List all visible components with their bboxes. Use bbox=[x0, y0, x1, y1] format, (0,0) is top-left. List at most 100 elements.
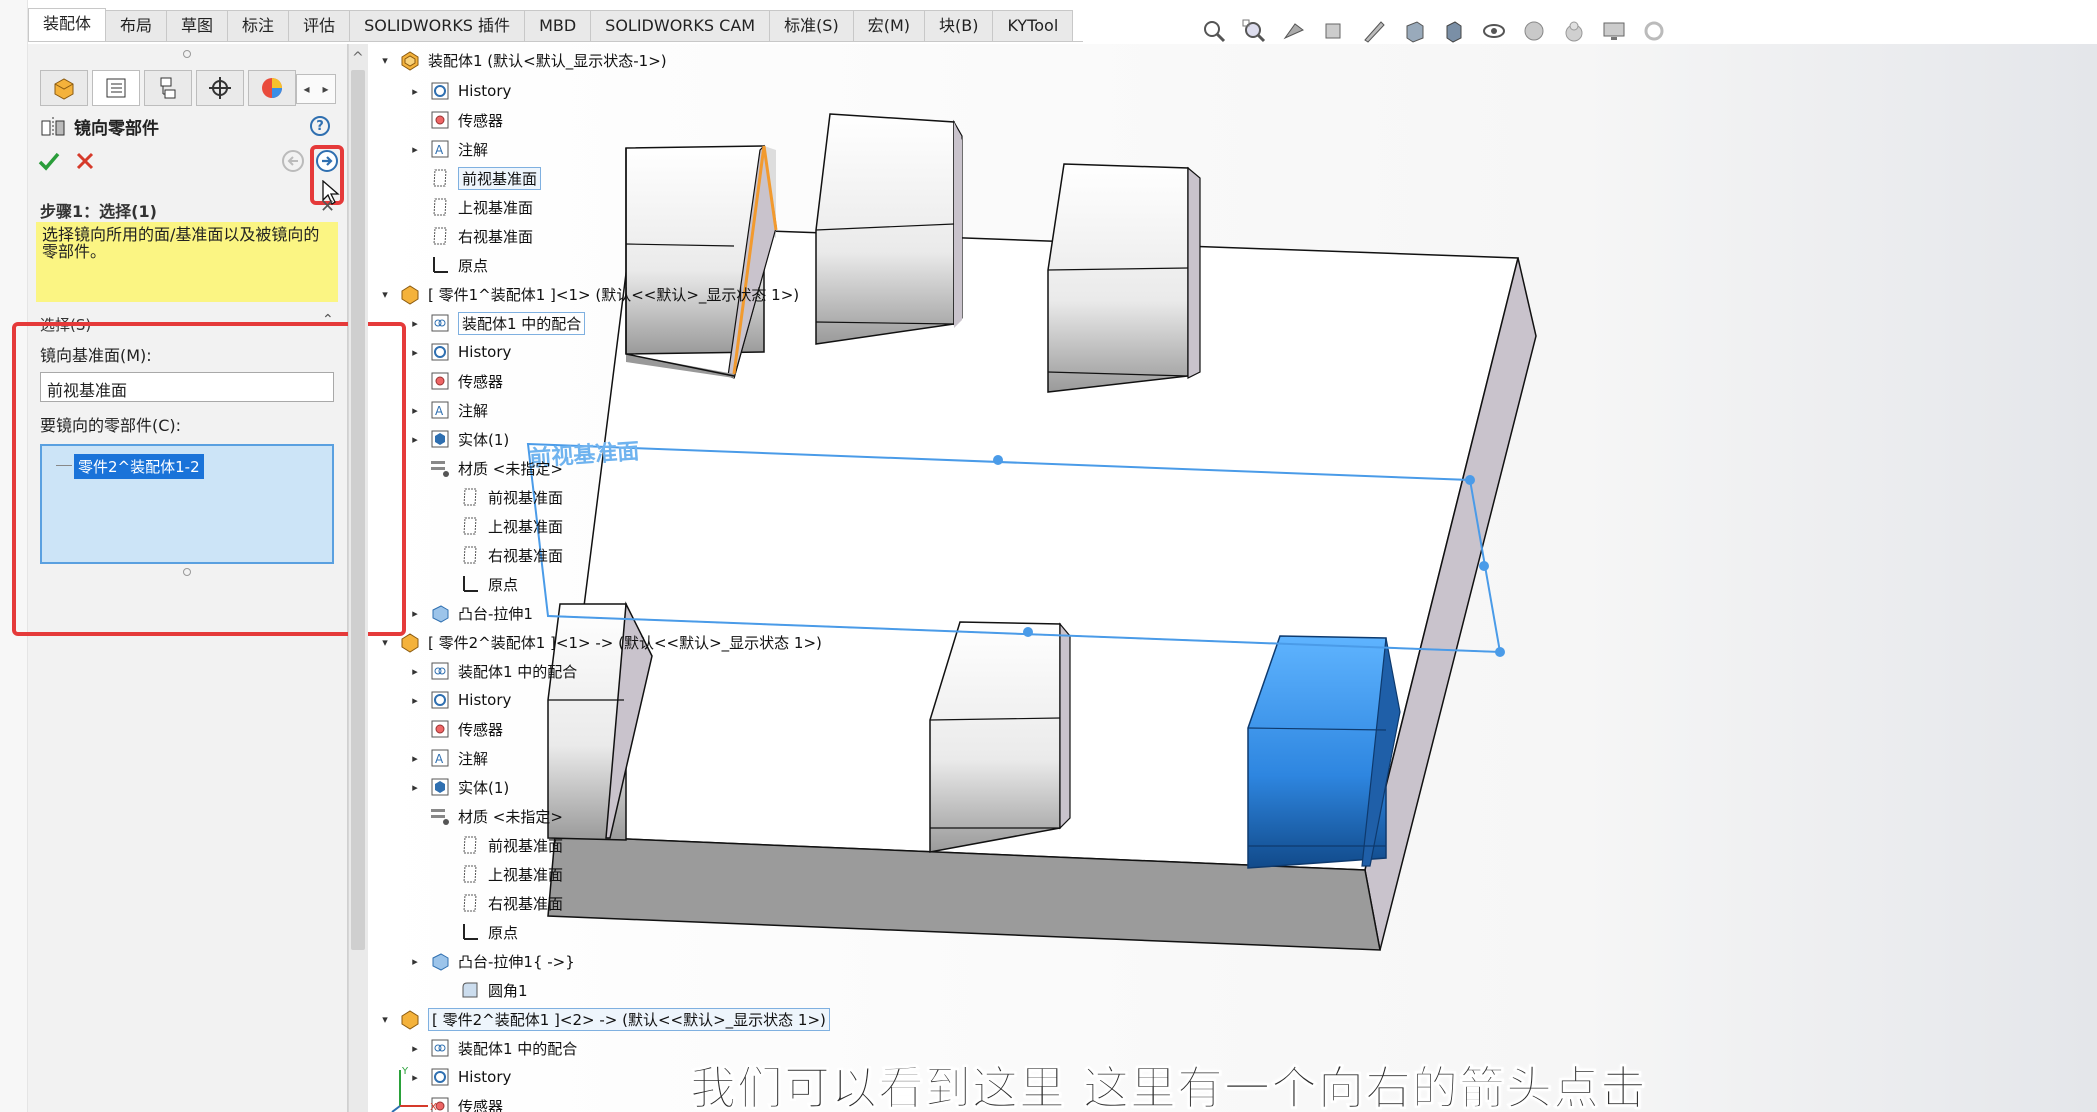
expand-icon[interactable]: ▸ bbox=[408, 607, 422, 620]
section-view-icon[interactable] bbox=[1320, 17, 1348, 45]
tree-item[interactable]: 材质 <未指定> bbox=[408, 803, 563, 829]
tab-solidworks-addins[interactable]: SOLIDWORKS 插件 bbox=[349, 10, 526, 42]
tab-macro[interactable]: 宏(M) bbox=[852, 10, 926, 42]
tree-item[interactable]: 传感器 bbox=[408, 716, 503, 742]
expand-icon[interactable]: ▸ bbox=[408, 1042, 422, 1055]
tree-item[interactable]: 上视基准面 bbox=[438, 513, 563, 539]
tab-layout[interactable]: 布局 bbox=[105, 10, 168, 42]
tree-item[interactable]: 右视基准面 bbox=[408, 223, 533, 249]
tree-item[interactable]: ▸ 装配体1 中的配合 bbox=[408, 310, 586, 336]
collapse-icon[interactable]: ▾ bbox=[378, 54, 392, 67]
block-back-middle[interactable] bbox=[815, 113, 963, 345]
hide-show-items-icon[interactable] bbox=[1480, 17, 1508, 45]
collapse-icon[interactable]: ▾ bbox=[378, 636, 392, 649]
tab-kytool[interactable]: KYTool bbox=[992, 10, 1074, 42]
tree-item[interactable]: ▸ History bbox=[408, 339, 511, 365]
help-icon[interactable]: ? bbox=[310, 116, 330, 136]
plane-icon bbox=[458, 515, 482, 537]
tree-item[interactable]: ▾ [ 零件1^装配体1 ]<1> (默认<<默认>_显示状态 1>) bbox=[378, 281, 799, 307]
tree-item[interactable]: 上视基准面 bbox=[438, 861, 563, 887]
tab-evaluate[interactable]: 评估 bbox=[288, 10, 351, 42]
property-manager-tab[interactable] bbox=[92, 70, 140, 106]
rotate-icon[interactable] bbox=[1640, 17, 1668, 45]
tree-item[interactable]: ▸ A 注解 bbox=[408, 745, 488, 771]
tree-item[interactable]: 原点 bbox=[438, 919, 518, 945]
back-button[interactable] bbox=[282, 150, 304, 172]
expand-icon[interactable]: ▸ bbox=[408, 143, 422, 156]
tree-item[interactable]: ▸ 实体(1) bbox=[408, 426, 509, 452]
tree-item[interactable]: ▸ A 注解 bbox=[408, 136, 488, 162]
scroll-right-icon[interactable]: ▸ bbox=[322, 82, 328, 96]
tree-item[interactable]: ▸ 实体(1) bbox=[408, 774, 509, 800]
tab-mbd[interactable]: MBD bbox=[524, 10, 592, 42]
tree-item[interactable]: 上视基准面 bbox=[408, 194, 533, 220]
scroll-left-icon[interactable]: ◂ bbox=[303, 82, 309, 96]
zoom-area-icon[interactable] bbox=[1240, 17, 1268, 45]
tree-item[interactable]: 材质 <未指定> bbox=[408, 455, 563, 481]
tree-item[interactable]: ▸ 凸台-拉伸1{ ->} bbox=[408, 948, 575, 974]
display-style-icon[interactable] bbox=[1440, 17, 1468, 45]
tree-root[interactable]: ▾ 装配体1 (默认<默认_显示状态-1>) bbox=[378, 47, 667, 73]
tree-item[interactable]: ▸ A 注解 bbox=[408, 397, 488, 423]
tree-label: 凸台-拉伸1 bbox=[458, 604, 533, 623]
cancel-button[interactable] bbox=[72, 148, 98, 174]
apply-scene-icon[interactable] bbox=[1560, 17, 1588, 45]
dimxpert-tab[interactable] bbox=[196, 70, 244, 106]
tree-item[interactable]: 前视基准面 bbox=[408, 165, 542, 191]
tab-solidworks-cam[interactable]: SOLIDWORKS CAM bbox=[590, 10, 771, 42]
expand-icon[interactable]: ▸ bbox=[408, 694, 422, 707]
tree-item[interactable]: ▸ History bbox=[408, 687, 511, 713]
view-settings-icon[interactable] bbox=[1600, 17, 1628, 45]
expand-icon[interactable]: ▸ bbox=[408, 781, 422, 794]
configuration-manager-tab[interactable] bbox=[144, 70, 192, 106]
expand-icon[interactable]: ▸ bbox=[408, 404, 422, 417]
block-front-right-selected[interactable] bbox=[1247, 635, 1401, 869]
tree-item[interactable]: 右视基准面 bbox=[438, 542, 563, 568]
display-manager-tab[interactable] bbox=[248, 70, 296, 106]
tab-sketch[interactable]: 草图 bbox=[166, 10, 229, 42]
block-back-left[interactable] bbox=[625, 144, 778, 379]
tree-item[interactable]: ▸ History bbox=[408, 78, 511, 104]
expand-icon[interactable]: ▸ bbox=[408, 752, 422, 765]
expand-icon[interactable]: ▸ bbox=[408, 665, 422, 678]
step-close-icon[interactable]: ✕ bbox=[320, 196, 335, 217]
tree-item[interactable]: ▸ 装配体1 中的配合 bbox=[408, 1035, 577, 1061]
tree-item[interactable]: ▾ [ 零件2^装配体1 ]<2> -> (默认<<默认>_显示状态 1>) bbox=[378, 1006, 830, 1032]
collapse-icon[interactable]: ▾ bbox=[378, 288, 392, 301]
tree-item[interactable]: 传感器 bbox=[408, 107, 503, 133]
edit-appearance-icon[interactable] bbox=[1520, 17, 1548, 45]
manager-tab-scroll[interactable]: ◂ ▸ bbox=[296, 74, 336, 104]
tree-label: 传感器 bbox=[458, 372, 504, 391]
block-front-middle[interactable] bbox=[929, 621, 1071, 853]
expand-icon[interactable]: ▸ bbox=[408, 433, 422, 446]
scroll-up-icon[interactable]: ^ bbox=[352, 50, 364, 66]
tree-item[interactable]: ▾ [ 零件2^装配体1 ]<1> -> (默认<<默认>_显示状态 1>) bbox=[378, 629, 822, 655]
tree-item[interactable]: 右视基准面 bbox=[438, 890, 563, 916]
tab-markup[interactable]: 标注 bbox=[227, 10, 290, 42]
tree-item[interactable]: ▸ 凸台-拉伸1 bbox=[408, 600, 533, 626]
zoom-to-fit-icon[interactable] bbox=[1200, 17, 1228, 45]
panel-splitter-handle[interactable] bbox=[183, 50, 191, 58]
expand-icon[interactable]: ▸ bbox=[408, 955, 422, 968]
expand-icon[interactable]: ▸ bbox=[408, 346, 422, 359]
tab-block[interactable]: 块(B) bbox=[924, 10, 994, 42]
previous-view-icon[interactable] bbox=[1280, 17, 1308, 45]
tree-item[interactable]: 前视基准面 bbox=[438, 484, 563, 510]
tree-item[interactable]: ▸ 装配体1 中的配合 bbox=[408, 658, 577, 684]
collapse-icon[interactable]: ▾ bbox=[378, 1013, 392, 1026]
feature-manager-tab[interactable] bbox=[40, 70, 88, 106]
tab-assembly[interactable]: 装配体 bbox=[28, 8, 107, 42]
ok-button[interactable] bbox=[36, 148, 62, 174]
block-back-right[interactable] bbox=[1047, 163, 1201, 393]
view-orientation-icon[interactable] bbox=[1400, 17, 1428, 45]
tree-item[interactable]: 原点 bbox=[408, 252, 488, 278]
tree-item[interactable]: 原点 bbox=[438, 571, 518, 597]
expand-icon[interactable]: ▸ bbox=[408, 317, 422, 330]
tree-item[interactable]: 传感器 bbox=[408, 368, 503, 394]
scrollbar-thumb[interactable] bbox=[351, 70, 365, 950]
tab-standard[interactable]: 标准(S) bbox=[769, 10, 854, 42]
tree-item[interactable]: 前视基准面 bbox=[438, 832, 563, 858]
expand-icon[interactable]: ▸ bbox=[408, 85, 422, 98]
dynamic-annotation-icon[interactable] bbox=[1360, 17, 1388, 45]
tree-item[interactable]: 圆角1 bbox=[438, 977, 528, 1003]
